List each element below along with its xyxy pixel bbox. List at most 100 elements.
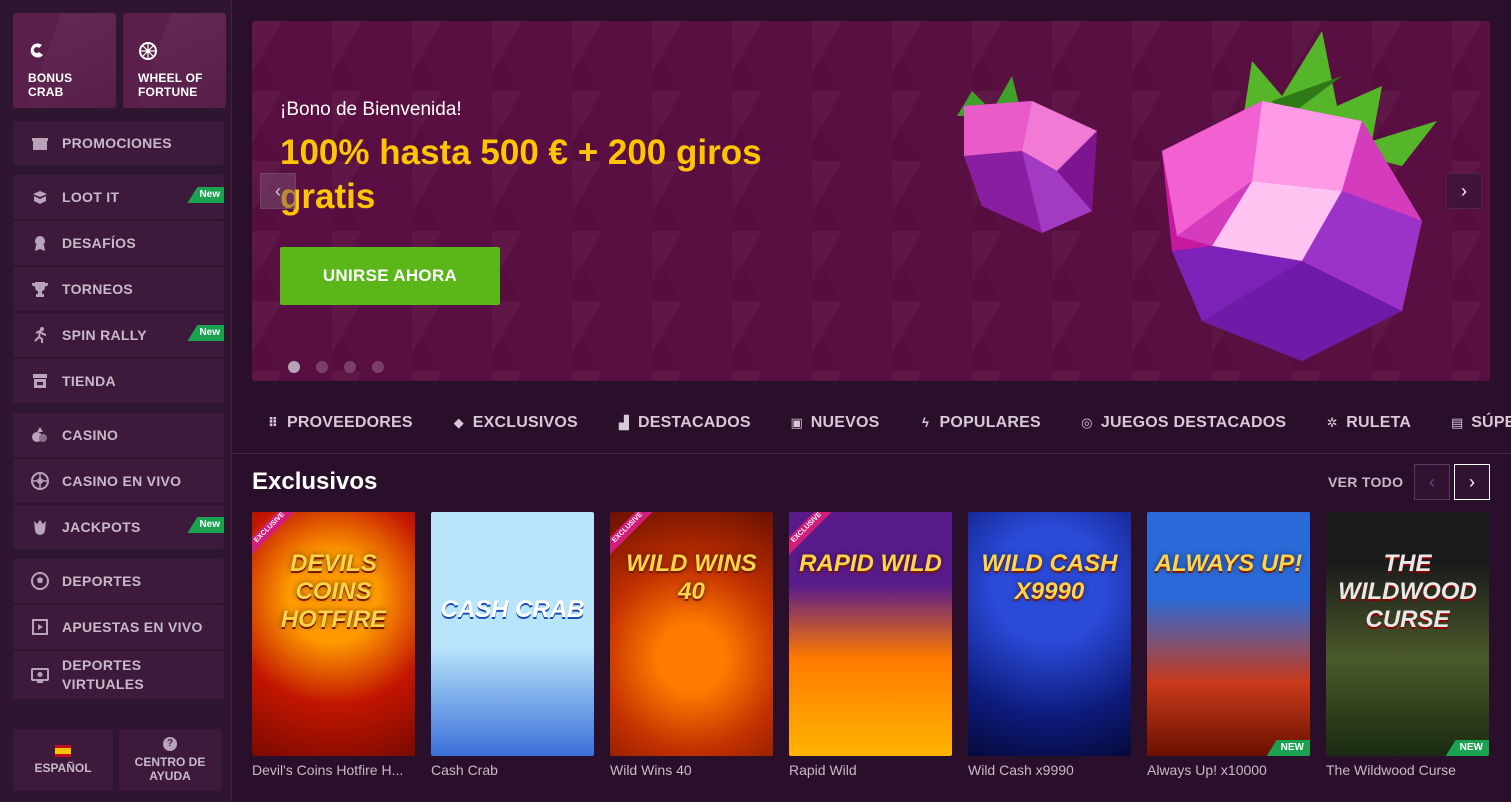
nav-group-sports: DEPORTES APUESTAS EN VIVO DEPORTES VIRTU… [13, 559, 224, 699]
game-card[interactable]: THE WILDWOOD CURSE NEW The Wildwood Curs… [1326, 512, 1489, 778]
language-selector[interactable]: ESPAÑOL [13, 729, 113, 791]
jackpot-icon [30, 517, 50, 537]
game-thumbnail[interactable]: ALWAYS UP! NEW [1147, 512, 1310, 756]
games-row: EXCLUSIVE DEVILS COINS HOTFIRE Devil's C… [252, 512, 1489, 778]
diamond-icon: ◆ [453, 414, 464, 430]
main-content: ¡Bono de Bienvenida! 100% hasta 500 € + … [232, 0, 1511, 802]
sidebar-item-loot-it[interactable]: LOOT IT New [13, 175, 224, 219]
category-proveedores[interactable]: ⠿ PROVEEDORES [265, 414, 413, 432]
category-label: DESTACADOS [637, 413, 751, 431]
sidebar-item-casino-en-vivo[interactable]: CASINO EN VIVO [13, 459, 224, 503]
wheel-icon [139, 42, 157, 60]
virtual-sports-icon [30, 665, 50, 685]
category-juegos-destacados[interactable]: ◎ JUEGOS DESTACADOS [1079, 414, 1286, 432]
category-populares[interactable]: ϟ POPULARES [918, 414, 1041, 432]
sidebar-item-casino[interactable]: CASINO [13, 413, 224, 457]
game-name[interactable]: Always Up! x10000 [1147, 762, 1310, 778]
nav-group-engagement: LOOT IT New DESAFÍOS TORNEOS SPIN RALLY … [13, 175, 224, 403]
sidebar-item-promociones[interactable]: PROMOCIONES [13, 121, 224, 165]
loot-box-icon [30, 187, 50, 207]
game-name[interactable]: Cash Crab [431, 762, 594, 778]
game-card[interactable]: WILD CASH X9990 Wild Cash x9990 [968, 512, 1131, 778]
game-thumbnail[interactable]: CASH CRAB [431, 512, 594, 756]
game-art-title: DEVILS COINS HOTFIRE [280, 550, 387, 633]
sidebar-item-label: SPIN RALLY [62, 327, 147, 343]
game-card[interactable]: CASH CRAB Cash Crab [431, 512, 594, 778]
game-name[interactable]: Wild Wins 40 [610, 762, 773, 778]
game-name[interactable]: Rapid Wild [789, 762, 952, 778]
sidebar-item-deportes[interactable]: DEPORTES [13, 559, 224, 603]
game-art-title: ALWAYS UP! [1154, 550, 1303, 577]
nav-group-casino: CASINO CASINO EN VIVO JACKPOTS New [13, 413, 224, 549]
see-all-link[interactable]: VER TODO [1328, 474, 1403, 490]
game-name[interactable]: Wild Cash x9990 [968, 762, 1131, 778]
sidebar-item-desafios[interactable]: DESAFÍOS [13, 221, 224, 265]
hero-banner[interactable]: ¡Bono de Bienvenida! 100% hasta 500 € + … [252, 21, 1490, 381]
carousel-dot[interactable] [372, 361, 384, 373]
help-center-button[interactable]: ? CENTRO DE AYUDA [119, 729, 221, 791]
section-title: Exclusivos [252, 468, 378, 495]
game-thumbnail[interactable]: THE WILDWOOD CURSE NEW [1326, 512, 1489, 756]
bonus-crab-label: BONUS CRAB [28, 71, 73, 99]
sidebar-item-label: DESAFÍOS [62, 235, 136, 251]
category-label: NUEVOS [810, 413, 880, 431]
new-badge: New [187, 517, 224, 533]
carousel-dot[interactable] [316, 361, 328, 373]
new-badge: NEW [1445, 740, 1489, 756]
hero-next-button[interactable]: › [1446, 173, 1482, 209]
game-card[interactable]: EXCLUSIVE RAPID WILD Rapid Wild [789, 512, 952, 778]
hero-prev-button[interactable]: ‹ [260, 173, 296, 209]
sidebar-item-label: DEPORTES [62, 573, 142, 589]
help-center-label: CENTRO DE AYUDA [134, 755, 206, 783]
category-nuevos[interactable]: ▣ NUEVOS [789, 414, 880, 432]
podium-icon: ▟ [618, 414, 630, 430]
carousel-dot[interactable] [344, 361, 356, 373]
star-box-icon: ▣ [790, 414, 803, 430]
game-thumbnail[interactable]: WILD CASH X9990 [968, 512, 1131, 756]
nav-group-promos: PROMOCIONES [13, 121, 224, 165]
game-card[interactable]: EXCLUSIVE WILD WINS 40 Wild Wins 40 [610, 512, 773, 778]
sidebar-item-tienda[interactable]: TIENDA [13, 359, 224, 403]
sidebar-item-deportes-virtuales[interactable]: DEPORTES VIRTUALES [13, 651, 224, 699]
sidebar-item-label: LOOT IT [62, 189, 120, 205]
category-exclusivos[interactable]: ◆ EXCLUSIVOS [451, 414, 578, 432]
wheel-of-fortune-tile[interactable]: WHEEL OF FORTUNE [123, 13, 226, 108]
sidebar-item-label: APUESTAS EN VIVO [62, 619, 203, 635]
sidebar-item-label: TORNEOS [62, 281, 134, 297]
join-now-button[interactable]: UNIRSE AHORA [280, 247, 500, 305]
games-prev-button[interactable]: ‹ [1414, 464, 1450, 500]
sidebar-item-torneos[interactable]: TORNEOS [13, 267, 224, 311]
sidebar-item-jackpots[interactable]: JACKPOTS New [13, 505, 224, 549]
help-icon: ? [163, 737, 177, 751]
game-art-title: WILD CASH X9990 [981, 550, 1118, 605]
category-ruleta[interactable]: ✲ RULETA [1324, 414, 1411, 432]
sidebar-item-label: JACKPOTS [62, 519, 141, 535]
sidebar-item-spin-rally[interactable]: SPIN RALLY New [13, 313, 224, 357]
game-card[interactable]: EXCLUSIVE DEVILS COINS HOTFIRE Devil's C… [252, 512, 415, 778]
roulette-icon: ✲ [1326, 414, 1338, 430]
spain-flag-icon [55, 745, 71, 757]
hero-subtitle: ¡Bono de Bienvenida! [280, 99, 462, 120]
category-super-slots[interactable]: ▤ SÚPER SI [1449, 414, 1511, 432]
sidebar-item-label: DEPORTES VIRTUALES [62, 657, 145, 692]
games-next-button[interactable]: › [1454, 464, 1490, 500]
game-art-title: CASH CRAB [440, 596, 585, 623]
hero-headline: 100% hasta 500 € + 200 giros gratis [280, 133, 762, 216]
game-name[interactable]: The Wildwood Curse [1326, 762, 1489, 778]
game-thumbnail[interactable]: EXCLUSIVE DEVILS COINS HOTFIRE [252, 512, 415, 756]
category-bar: ⠿ PROVEEDORES ◆ EXCLUSIVOS ▟ DESTACADOS ▣ NU… [232, 392, 1511, 454]
sidebar-footer: ESPAÑOL ? CENTRO DE AYUDA [13, 729, 221, 791]
game-thumbnail[interactable]: EXCLUSIVE WILD WINS 40 [610, 512, 773, 756]
category-label: JUEGOS DESTACADOS [1100, 413, 1287, 431]
sidebar-item-apuestas-en-vivo[interactable]: APUESTAS EN VIVO [13, 605, 224, 649]
category-label: POPULARES [939, 413, 1041, 431]
game-thumbnail[interactable]: EXCLUSIVE RAPID WILD [789, 512, 952, 756]
category-destacados[interactable]: ▟ DESTACADOS [616, 414, 751, 432]
carousel-dot[interactable] [288, 361, 300, 373]
game-card[interactable]: ALWAYS UP! NEW Always Up! x10000 [1147, 512, 1310, 778]
bonus-crab-tile[interactable]: BONUS CRAB [13, 13, 116, 108]
new-badge: New [187, 325, 224, 341]
game-name[interactable]: Devil's Coins Hotfire H... [252, 762, 415, 778]
sidebar-item-label: PROMOCIONES [62, 135, 172, 151]
crab-claw-icon [30, 43, 43, 58]
